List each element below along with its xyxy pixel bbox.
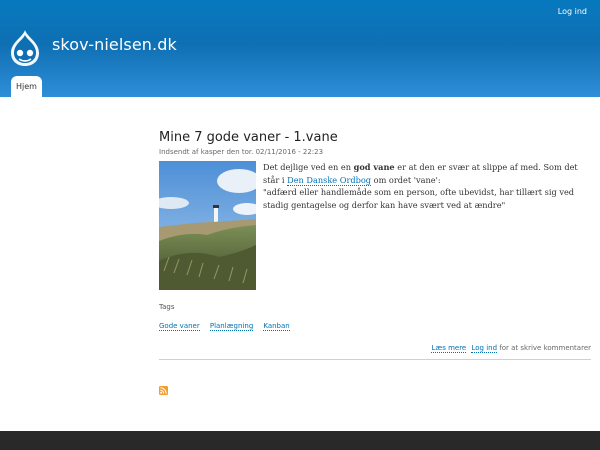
main-content: Mine 7 gode vaner - 1.vane Indsendt af k… [159, 130, 591, 360]
site-name[interactable]: skov-nielsen.dk [52, 35, 177, 54]
tag-kanban[interactable]: Kanban [263, 322, 290, 331]
article-quote: "adfærd eller handlemåde som en person, … [263, 187, 575, 210]
read-more-link[interactable]: Læs mere [431, 344, 467, 353]
comment-info-text: for at skrive kommentarer [499, 344, 591, 352]
lighthouse-dunes-photo [159, 161, 256, 290]
site-header: Log ind skov-nielsen.dk Hjem [0, 0, 600, 97]
tag-planlaegning[interactable]: Planlægning [209, 322, 254, 331]
article-body: Det dejlige ved en en god vane er at den… [159, 161, 591, 290]
tags-label: Tags [159, 303, 175, 311]
tag-gode-vaner[interactable]: Gode vaner [159, 322, 200, 331]
rss-icon[interactable] [159, 386, 168, 395]
article-text: Det dejlige ved en en god vane er at den… [263, 161, 591, 290]
submitted-info: Indsendt af kasper den tor. 02/11/2016 -… [159, 148, 324, 156]
article-title[interactable]: Mine 7 gode vaner - 1.vane [159, 130, 591, 145]
comment-login-link[interactable]: Log ind [471, 344, 498, 353]
article-links: Læs mere Log ind for at skrive kommentar… [159, 344, 591, 360]
dictionary-link[interactable]: Den Danske Ordbog [287, 174, 372, 186]
tab-home[interactable]: Hjem [11, 76, 42, 97]
tags-section: Tags Gode vaner Planlægning Kanban [159, 303, 591, 332]
drupal-drop-icon[interactable] [8, 29, 42, 67]
login-link[interactable]: Log ind [558, 7, 587, 16]
article-text-end: om ordet 'vane': [371, 174, 441, 185]
site-footer [0, 431, 600, 450]
article-text-intro: Det dejlige ved en en [263, 162, 354, 172]
article-text-bold: god vane [353, 162, 395, 172]
